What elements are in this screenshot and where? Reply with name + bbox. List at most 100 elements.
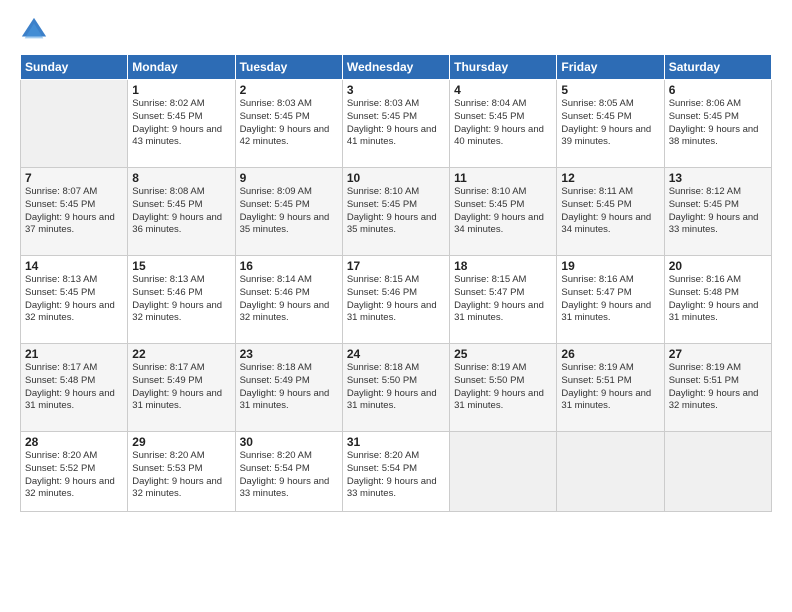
- calendar-cell: 1Sunrise: 8:02 AMSunset: 5:45 PMDaylight…: [128, 80, 235, 168]
- calendar-cell: 29Sunrise: 8:20 AMSunset: 5:53 PMDayligh…: [128, 432, 235, 512]
- day-number: 9: [240, 171, 338, 185]
- calendar-cell: 17Sunrise: 8:15 AMSunset: 5:46 PMDayligh…: [342, 256, 449, 344]
- day-number: 10: [347, 171, 445, 185]
- day-info: Sunrise: 8:20 AMSunset: 5:53 PMDaylight:…: [132, 450, 230, 501]
- calendar-cell: [450, 432, 557, 512]
- calendar-cell: 24Sunrise: 8:18 AMSunset: 5:50 PMDayligh…: [342, 344, 449, 432]
- day-number: 22: [132, 347, 230, 361]
- calendar-cell: 26Sunrise: 8:19 AMSunset: 5:51 PMDayligh…: [557, 344, 664, 432]
- calendar-cell: 11Sunrise: 8:10 AMSunset: 5:45 PMDayligh…: [450, 168, 557, 256]
- calendar-week-1: 1Sunrise: 8:02 AMSunset: 5:45 PMDaylight…: [21, 80, 772, 168]
- day-number: 4: [454, 83, 552, 97]
- day-number: 7: [25, 171, 123, 185]
- calendar-cell: 12Sunrise: 8:11 AMSunset: 5:45 PMDayligh…: [557, 168, 664, 256]
- calendar-cell: [664, 432, 771, 512]
- calendar-cell: 16Sunrise: 8:14 AMSunset: 5:46 PMDayligh…: [235, 256, 342, 344]
- calendar-cell: 4Sunrise: 8:04 AMSunset: 5:45 PMDaylight…: [450, 80, 557, 168]
- calendar-cell: 18Sunrise: 8:15 AMSunset: 5:47 PMDayligh…: [450, 256, 557, 344]
- day-number: 25: [454, 347, 552, 361]
- day-info: Sunrise: 8:10 AMSunset: 5:45 PMDaylight:…: [347, 186, 445, 237]
- calendar-week-2: 7Sunrise: 8:07 AMSunset: 5:45 PMDaylight…: [21, 168, 772, 256]
- day-info: Sunrise: 8:15 AMSunset: 5:47 PMDaylight:…: [454, 274, 552, 325]
- day-info: Sunrise: 8:16 AMSunset: 5:47 PMDaylight:…: [561, 274, 659, 325]
- day-header-sunday: Sunday: [21, 55, 128, 80]
- day-info: Sunrise: 8:06 AMSunset: 5:45 PMDaylight:…: [669, 98, 767, 149]
- calendar-cell: 2Sunrise: 8:03 AMSunset: 5:45 PMDaylight…: [235, 80, 342, 168]
- day-info: Sunrise: 8:12 AMSunset: 5:45 PMDaylight:…: [669, 186, 767, 237]
- calendar-cell: 27Sunrise: 8:19 AMSunset: 5:51 PMDayligh…: [664, 344, 771, 432]
- calendar-cell: 25Sunrise: 8:19 AMSunset: 5:50 PMDayligh…: [450, 344, 557, 432]
- logo: [20, 16, 52, 44]
- day-info: Sunrise: 8:17 AMSunset: 5:48 PMDaylight:…: [25, 362, 123, 413]
- calendar-week-3: 14Sunrise: 8:13 AMSunset: 5:45 PMDayligh…: [21, 256, 772, 344]
- day-number: 29: [132, 435, 230, 449]
- day-info: Sunrise: 8:20 AMSunset: 5:54 PMDaylight:…: [240, 450, 338, 501]
- day-number: 23: [240, 347, 338, 361]
- day-info: Sunrise: 8:08 AMSunset: 5:45 PMDaylight:…: [132, 186, 230, 237]
- day-number: 28: [25, 435, 123, 449]
- day-header-monday: Monday: [128, 55, 235, 80]
- calendar-cell: 15Sunrise: 8:13 AMSunset: 5:46 PMDayligh…: [128, 256, 235, 344]
- calendar-cell: 8Sunrise: 8:08 AMSunset: 5:45 PMDaylight…: [128, 168, 235, 256]
- day-header-friday: Friday: [557, 55, 664, 80]
- header: [20, 16, 772, 44]
- calendar-cell: 13Sunrise: 8:12 AMSunset: 5:45 PMDayligh…: [664, 168, 771, 256]
- day-number: 18: [454, 259, 552, 273]
- day-header-tuesday: Tuesday: [235, 55, 342, 80]
- day-number: 14: [25, 259, 123, 273]
- day-number: 15: [132, 259, 230, 273]
- calendar-week-4: 21Sunrise: 8:17 AMSunset: 5:48 PMDayligh…: [21, 344, 772, 432]
- calendar-cell: 20Sunrise: 8:16 AMSunset: 5:48 PMDayligh…: [664, 256, 771, 344]
- calendar-cell: 23Sunrise: 8:18 AMSunset: 5:49 PMDayligh…: [235, 344, 342, 432]
- day-number: 3: [347, 83, 445, 97]
- day-number: 2: [240, 83, 338, 97]
- day-number: 30: [240, 435, 338, 449]
- day-number: 24: [347, 347, 445, 361]
- day-info: Sunrise: 8:11 AMSunset: 5:45 PMDaylight:…: [561, 186, 659, 237]
- calendar-week-5: 28Sunrise: 8:20 AMSunset: 5:52 PMDayligh…: [21, 432, 772, 512]
- day-number: 13: [669, 171, 767, 185]
- calendar-cell: 31Sunrise: 8:20 AMSunset: 5:54 PMDayligh…: [342, 432, 449, 512]
- day-info: Sunrise: 8:05 AMSunset: 5:45 PMDaylight:…: [561, 98, 659, 149]
- day-info: Sunrise: 8:14 AMSunset: 5:46 PMDaylight:…: [240, 274, 338, 325]
- day-info: Sunrise: 8:10 AMSunset: 5:45 PMDaylight:…: [454, 186, 552, 237]
- day-info: Sunrise: 8:20 AMSunset: 5:52 PMDaylight:…: [25, 450, 123, 501]
- calendar: SundayMondayTuesdayWednesdayThursdayFrid…: [20, 54, 772, 512]
- calendar-cell: 3Sunrise: 8:03 AMSunset: 5:45 PMDaylight…: [342, 80, 449, 168]
- calendar-cell: 10Sunrise: 8:10 AMSunset: 5:45 PMDayligh…: [342, 168, 449, 256]
- day-number: 1: [132, 83, 230, 97]
- day-info: Sunrise: 8:03 AMSunset: 5:45 PMDaylight:…: [240, 98, 338, 149]
- day-info: Sunrise: 8:16 AMSunset: 5:48 PMDaylight:…: [669, 274, 767, 325]
- calendar-cell: 19Sunrise: 8:16 AMSunset: 5:47 PMDayligh…: [557, 256, 664, 344]
- calendar-cell: 22Sunrise: 8:17 AMSunset: 5:49 PMDayligh…: [128, 344, 235, 432]
- day-info: Sunrise: 8:03 AMSunset: 5:45 PMDaylight:…: [347, 98, 445, 149]
- page: SundayMondayTuesdayWednesdayThursdayFrid…: [0, 0, 792, 612]
- calendar-cell: 6Sunrise: 8:06 AMSunset: 5:45 PMDaylight…: [664, 80, 771, 168]
- day-info: Sunrise: 8:20 AMSunset: 5:54 PMDaylight:…: [347, 450, 445, 501]
- day-number: 26: [561, 347, 659, 361]
- day-info: Sunrise: 8:18 AMSunset: 5:50 PMDaylight:…: [347, 362, 445, 413]
- day-info: Sunrise: 8:15 AMSunset: 5:46 PMDaylight:…: [347, 274, 445, 325]
- day-info: Sunrise: 8:02 AMSunset: 5:45 PMDaylight:…: [132, 98, 230, 149]
- day-header-thursday: Thursday: [450, 55, 557, 80]
- day-number: 12: [561, 171, 659, 185]
- day-info: Sunrise: 8:19 AMSunset: 5:50 PMDaylight:…: [454, 362, 552, 413]
- day-number: 27: [669, 347, 767, 361]
- day-number: 31: [347, 435, 445, 449]
- day-number: 5: [561, 83, 659, 97]
- calendar-cell: [557, 432, 664, 512]
- day-info: Sunrise: 8:19 AMSunset: 5:51 PMDaylight:…: [561, 362, 659, 413]
- calendar-cell: 21Sunrise: 8:17 AMSunset: 5:48 PMDayligh…: [21, 344, 128, 432]
- day-number: 8: [132, 171, 230, 185]
- calendar-cell: 9Sunrise: 8:09 AMSunset: 5:45 PMDaylight…: [235, 168, 342, 256]
- calendar-cell: 28Sunrise: 8:20 AMSunset: 5:52 PMDayligh…: [21, 432, 128, 512]
- day-number: 6: [669, 83, 767, 97]
- day-info: Sunrise: 8:13 AMSunset: 5:45 PMDaylight:…: [25, 274, 123, 325]
- calendar-cell: 30Sunrise: 8:20 AMSunset: 5:54 PMDayligh…: [235, 432, 342, 512]
- day-info: Sunrise: 8:09 AMSunset: 5:45 PMDaylight:…: [240, 186, 338, 237]
- day-number: 21: [25, 347, 123, 361]
- day-number: 17: [347, 259, 445, 273]
- calendar-cell: 14Sunrise: 8:13 AMSunset: 5:45 PMDayligh…: [21, 256, 128, 344]
- day-number: 16: [240, 259, 338, 273]
- day-info: Sunrise: 8:04 AMSunset: 5:45 PMDaylight:…: [454, 98, 552, 149]
